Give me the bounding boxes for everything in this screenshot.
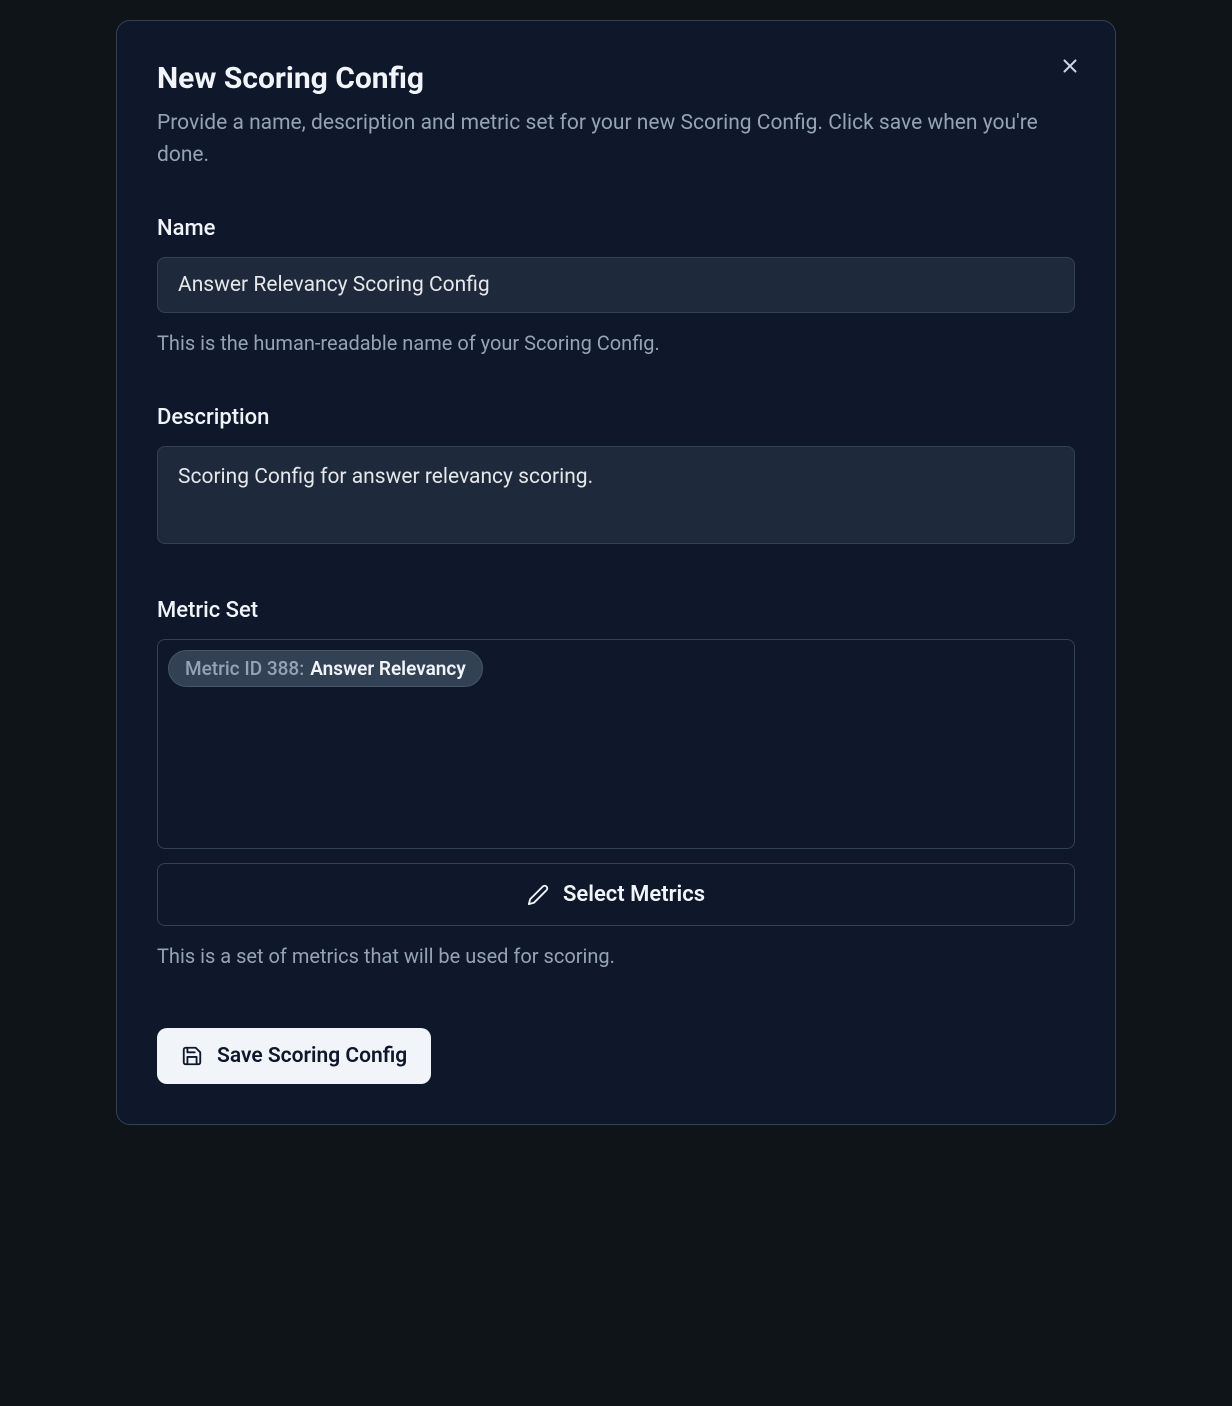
select-metrics-label: Select Metrics [563, 882, 705, 907]
modal-title: New Scoring Config [157, 61, 1075, 96]
name-input[interactable] [157, 257, 1075, 313]
modal-header: New Scoring Config Provide a name, descr… [157, 61, 1075, 171]
metric-set-help-text: This is a set of metrics that will be us… [157, 944, 1075, 968]
close-button[interactable] [1055, 51, 1085, 81]
name-help-text: This is the human-readable name of your … [157, 331, 1075, 355]
scoring-config-modal: New Scoring Config Provide a name, descr… [116, 20, 1116, 1125]
edit-icon [527, 884, 549, 906]
metric-set-field-group: Metric Set Metric ID 388: Answer Relevan… [157, 598, 1075, 968]
description-field-group: Description [157, 405, 1075, 548]
save-button-label: Save Scoring Config [217, 1044, 407, 1068]
save-icon [181, 1045, 203, 1067]
modal-subtitle: Provide a name, description and metric s… [157, 108, 1075, 171]
name-label: Name [157, 216, 1075, 241]
metric-chip-id: Metric ID 388: [185, 657, 304, 680]
metric-chip[interactable]: Metric ID 388: Answer Relevancy [168, 650, 483, 687]
close-icon [1059, 55, 1081, 77]
metric-set-label: Metric Set [157, 598, 1075, 623]
description-textarea[interactable] [157, 446, 1075, 544]
save-button[interactable]: Save Scoring Config [157, 1028, 431, 1084]
metric-set-box: Metric ID 388: Answer Relevancy [157, 639, 1075, 849]
name-field-group: Name This is the human-readable name of … [157, 216, 1075, 355]
select-metrics-button[interactable]: Select Metrics [157, 863, 1075, 926]
description-label: Description [157, 405, 1075, 430]
metric-chip-name: Answer Relevancy [310, 657, 466, 680]
